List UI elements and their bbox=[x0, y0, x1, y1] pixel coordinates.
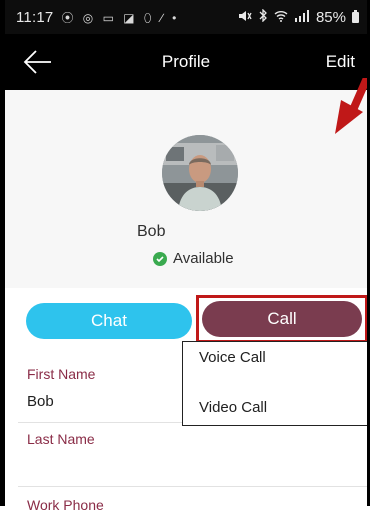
back-arrow-icon bbox=[23, 50, 51, 74]
available-check-icon bbox=[153, 251, 167, 266]
battery-icon bbox=[352, 9, 359, 23]
voice-call-option[interactable]: Voice Call bbox=[199, 349, 266, 366]
edit-button[interactable]: Edit bbox=[326, 52, 355, 72]
status-indicators: 85% bbox=[238, 8, 359, 26]
annotation-arrow bbox=[335, 78, 367, 134]
notification-icons: ⦿ ◎ ▭ ◪ ⬯ ∕ • bbox=[61, 10, 180, 25]
divider bbox=[18, 486, 367, 487]
presence-status: Available bbox=[153, 250, 234, 267]
first-name-value: Bob bbox=[27, 393, 54, 410]
status-time: 11:17 bbox=[16, 8, 54, 26]
video-call-option[interactable]: Video Call bbox=[199, 399, 267, 416]
call-highlight-box bbox=[196, 295, 368, 343]
presence-label: Available bbox=[173, 250, 234, 267]
mute-icon bbox=[238, 10, 252, 25]
first-name-label: First Name bbox=[27, 366, 96, 382]
last-name-label: Last Name bbox=[27, 431, 95, 447]
wifi-icon bbox=[274, 10, 288, 25]
screenshot-border-left bbox=[0, 0, 5, 506]
status-bar: 11:17 ⦿ ◎ ▭ ◪ ⬯ ∕ • 85% bbox=[5, 0, 367, 34]
avatar-photo bbox=[162, 135, 238, 211]
avatar[interactable] bbox=[162, 135, 238, 211]
page-title: Profile bbox=[161, 52, 211, 71]
signal-icon bbox=[294, 9, 310, 25]
work-phone-label: Work Phone bbox=[27, 497, 104, 513]
back-button[interactable] bbox=[23, 48, 53, 76]
app-bar: Profile Edit bbox=[5, 34, 367, 90]
profile-card: Bob Available bbox=[5, 90, 367, 288]
call-options-menu: Voice Call Video Call bbox=[182, 341, 370, 426]
profile-name: Bob bbox=[137, 223, 166, 240]
chat-button[interactable]: Chat bbox=[26, 303, 192, 339]
battery-percent: 85% bbox=[315, 8, 346, 26]
bluetooth-icon bbox=[258, 8, 268, 25]
